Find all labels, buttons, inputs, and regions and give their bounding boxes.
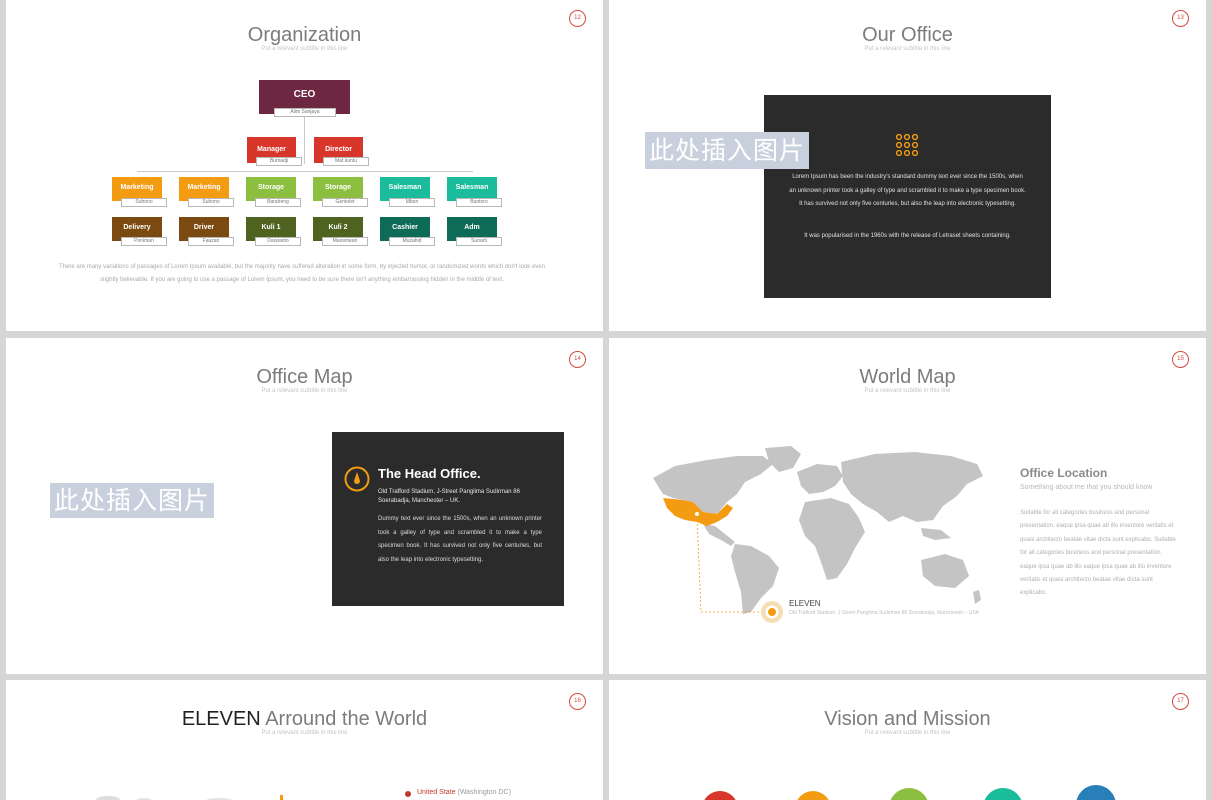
- office-paragraph-2: It was popularised in the 1960s with the…: [804, 233, 1011, 239]
- slide-title: Our Office: [862, 24, 953, 46]
- legend-item: United State (Washington DC): [417, 789, 511, 796]
- org-tag: Sunarti: [456, 237, 502, 246]
- vision-circle-blue: [1076, 785, 1116, 800]
- slide-subtitle: Put a relevant subtitle in this line: [261, 730, 348, 736]
- pin-address: Old Trafford Stadium, J-Street Panglima …: [789, 610, 980, 616]
- legend-strong: United State: [417, 789, 456, 796]
- slide-organization[interactable]: Organization Put a relevant subtitle in …: [6, 0, 603, 331]
- legend-dot-icon: [405, 791, 411, 797]
- org-tag: Suhono: [188, 198, 234, 207]
- org-tag: Mbon: [389, 198, 435, 207]
- head-office-body: Dummy text ever since the 1500s, when an…: [378, 516, 542, 563]
- slide-number: 15: [1172, 351, 1189, 368]
- slide-title: Office Map: [256, 366, 353, 388]
- slide-title: Organization: [247, 24, 362, 46]
- head-office-title: The Head Office.: [378, 466, 481, 481]
- title-strong: ELEVEN: [181, 708, 261, 730]
- legend-rest: (Washington DC): [457, 789, 511, 796]
- org-tag: Bandreng: [255, 198, 301, 207]
- vision-circle-orange: [795, 791, 831, 800]
- world-map: [653, 446, 983, 614]
- org-tag: Fauzan: [188, 237, 234, 246]
- org-tag: Muzahid: [389, 237, 435, 246]
- head-office-address: Old Trafford Stadium, J-Street Panglima …: [378, 489, 520, 504]
- org-tag: Gentolet: [322, 198, 368, 207]
- vision-circle-green: [889, 788, 929, 800]
- office-location-body: Suitable for all categories business and…: [1020, 510, 1176, 597]
- slide-number: 17: [1172, 693, 1189, 710]
- image-placeholder[interactable]: 此处插入图片: [50, 483, 215, 518]
- slide-number: 16: [569, 693, 586, 710]
- slide-subtitle: Put a relevant subtitle in this line: [261, 46, 348, 52]
- slide-vision-mission[interactable]: Vision and Mission Put a relevant subtit…: [609, 680, 1206, 800]
- world-map-partial: [96, 795, 283, 800]
- slide-subtitle: Put a relevant subtitle in this line: [261, 388, 348, 394]
- office-location-title: Office Location: [1020, 466, 1108, 480]
- compass-pin-icon: [344, 466, 370, 492]
- pin-title: ELEVEN: [789, 599, 821, 608]
- org-ceo-name: Alim Sanjaya: [274, 108, 336, 117]
- org-tag: Darwanto: [255, 237, 301, 246]
- grid-dots-icon: [895, 134, 919, 156]
- slide-number: 14: [569, 351, 586, 368]
- org-manager-name: Burnadji: [256, 157, 302, 166]
- location-pin-icon: [761, 601, 783, 623]
- image-placeholder[interactable]: 此处插入图片: [645, 132, 810, 169]
- office-location-subtitle: Something about me that you should know: [1020, 484, 1153, 491]
- office-paragraph-1: Lorem Ipsum has been the industry's stan…: [789, 174, 1026, 207]
- slide-around-world[interactable]: ELEVEN Arround the World Put a relevant …: [6, 680, 603, 800]
- slide-subtitle: Put a relevant subtitle in this line: [864, 730, 951, 736]
- slide-our-office[interactable]: Our Office Put a relevant subtitle in th…: [609, 0, 1206, 331]
- slide-subtitle: Put a relevant subtitle in this line: [864, 46, 951, 52]
- slide-world-map[interactable]: World Map Put a relevant subtitle in thi…: [609, 338, 1206, 674]
- org-tag: Poniman: [121, 237, 167, 246]
- vision-circle-red: [702, 791, 738, 800]
- slide-number: 13: [1172, 10, 1189, 27]
- title-rest: Arround the World: [265, 708, 428, 730]
- slide-title: World Map: [859, 366, 956, 388]
- slide-office-map[interactable]: Office Map Put a relevant subtitle in th…: [6, 338, 603, 674]
- org-tag: Buntoro: [456, 198, 502, 207]
- slide-number: 12: [569, 10, 586, 27]
- org-tag: Mansmean: [322, 237, 368, 246]
- org-connector: [137, 171, 473, 172]
- slide-title: Vision and Mission: [824, 708, 991, 730]
- vision-circle-teal: [983, 788, 1023, 800]
- org-connector: [304, 114, 305, 164]
- slide-title: ELEVEN Arround the World: [6, 708, 603, 731]
- org-tag: Suhono: [121, 198, 167, 207]
- org-body-text: There are many variations of passages of…: [59, 264, 545, 283]
- slide-subtitle: Put a relevant subtitle in this line: [864, 388, 951, 394]
- org-director-name: Mat kuntu: [323, 157, 369, 166]
